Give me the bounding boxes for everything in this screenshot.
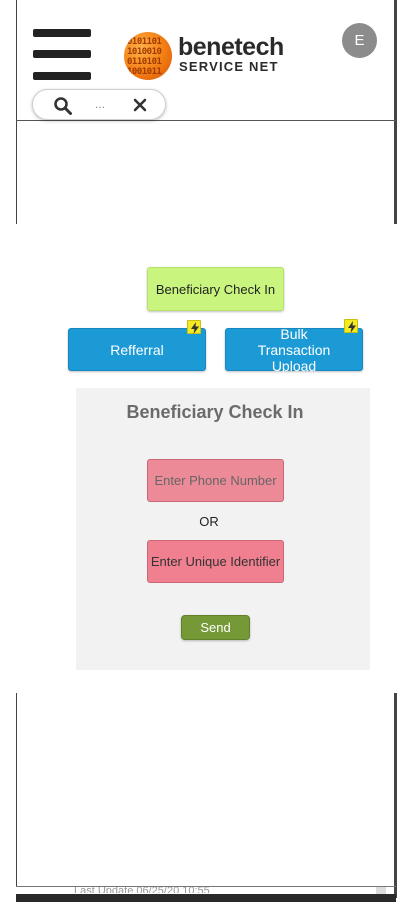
hamburger-bar xyxy=(33,50,91,58)
footer-divider xyxy=(16,886,396,887)
footer-bar xyxy=(16,894,396,902)
search-bar[interactable]: ... xyxy=(32,89,166,120)
checkin-form-card: Beneficiary Check In Enter Phone Number … xyxy=(76,388,370,670)
form-title: Beneficiary Check In xyxy=(126,402,304,422)
frame-border-left xyxy=(16,693,17,886)
search-icon[interactable] xyxy=(53,96,73,116)
lightning-icon xyxy=(344,319,358,333)
frame-border-right xyxy=(394,0,397,224)
referral-button-label: Refferral xyxy=(110,341,164,358)
hamburger-bar xyxy=(33,72,91,80)
lightning-icon xyxy=(187,320,201,334)
header-divider xyxy=(16,120,396,121)
or-separator: OR xyxy=(199,514,219,529)
bulk-transaction-upload-button[interactable]: Bulk Transaction Upload xyxy=(225,325,363,374)
bulk-button-label: Bulk Transaction Upload xyxy=(257,325,331,374)
search-input[interactable]: ... xyxy=(95,97,105,111)
close-icon[interactable] xyxy=(131,96,149,114)
logo-wordmark: benetech xyxy=(178,33,284,61)
hamburger-bar xyxy=(33,29,91,37)
logo-binary-pattern: 0101101 1010010 0110101 1001011 xyxy=(127,37,162,77)
last-update-text: Last Update 06/25/20 10:55 xyxy=(74,885,210,893)
frame-border-right xyxy=(394,693,397,898)
hamburger-menu-icon[interactable] xyxy=(33,29,91,81)
referral-button[interactable]: Refferral xyxy=(68,328,206,371)
logo-subtitle: SERVICE NET xyxy=(179,59,279,74)
phone-number-field[interactable]: Enter Phone Number xyxy=(147,459,284,502)
benetech-logo[interactable]: 0101101 1010010 0110101 1001011 benetech SE… xyxy=(124,32,284,80)
frame-border-left xyxy=(16,0,17,224)
user-avatar[interactable]: E xyxy=(342,23,377,58)
unique-identifier-field[interactable]: Enter Unique Identifier xyxy=(147,540,284,583)
beneficiary-checkin-button[interactable]: Beneficiary Check In xyxy=(147,267,284,311)
send-button[interactable]: Send xyxy=(181,615,250,640)
logo-globe-icon: 0101101 1010010 0110101 1001011 xyxy=(124,32,172,80)
